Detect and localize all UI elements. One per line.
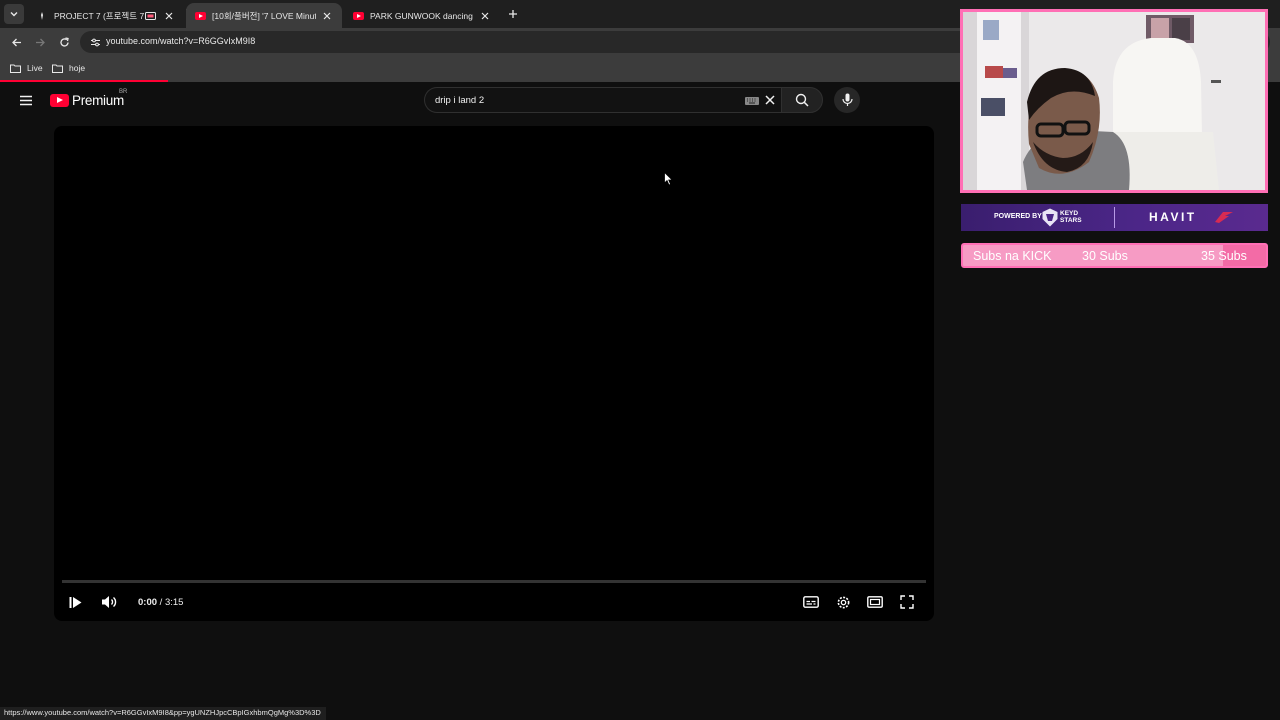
new-tab-button[interactable]: [504, 5, 522, 23]
time-display: 0:00 / 3:15: [138, 597, 183, 608]
kick-icon: [36, 10, 48, 22]
clear-search-button[interactable]: [763, 93, 777, 107]
play-button[interactable]: [63, 590, 87, 614]
close-icon: [481, 12, 489, 19]
browser-tab-park-gunwook[interactable]: PARK GUNWOOK dancing MO: [344, 3, 500, 28]
search-icon: [795, 93, 809, 107]
havit-brand: HAVIT: [1149, 210, 1197, 224]
team-name: KEYD STARS: [1060, 210, 1082, 224]
arrow-left-icon: [11, 38, 21, 46]
media-playing-icon: [144, 10, 156, 22]
microphone-icon: [841, 93, 853, 106]
tune-icon: [90, 38, 100, 46]
bookmark-label: Live: [27, 63, 43, 73]
youtube-play-icon: [50, 93, 69, 107]
reload-button[interactable]: [56, 34, 72, 50]
gear-icon: [837, 596, 849, 608]
powered-by-label: POWERED BY: [994, 213, 1042, 220]
fullscreen-button[interactable]: [895, 590, 919, 614]
search-input[interactable]: drip i land 2: [424, 87, 781, 113]
time-duration: 3:15: [164, 597, 184, 608]
logo-country-code: BR: [119, 89, 128, 95]
search-query-text: drip i land 2: [435, 95, 485, 106]
tab-label: PROJECT 7 (프로젝트 7) (Ep: [54, 10, 144, 21]
video-player[interactable]: 0:00 / 3:15: [54, 126, 934, 621]
youtube-header: Premium BR drip i land 2: [0, 82, 960, 118]
settings-button[interactable]: [831, 590, 855, 614]
time-separator: /: [157, 597, 165, 608]
chevron-down-icon: [10, 12, 18, 17]
play-pause-icon: [69, 596, 81, 608]
theater-mode-icon: [867, 596, 883, 608]
close-icon: [165, 12, 173, 19]
guide-menu-button[interactable]: [16, 90, 36, 110]
subs-goal-label: Subs na KICK: [973, 249, 1052, 263]
subs-current: 30 Subs: [1082, 249, 1128, 263]
video-progress-bar[interactable]: [62, 580, 926, 583]
subtitles-button[interactable]: [799, 590, 823, 614]
fullscreen-icon: [900, 595, 914, 609]
youtube-premium-logo[interactable]: Premium: [50, 92, 124, 108]
folder-icon: [10, 64, 21, 73]
youtube-icon: [194, 10, 206, 22]
link-status-bubble: https://www.youtube.com/watch?v=R6GGvIxM…: [0, 707, 326, 720]
hamburger-menu-icon: [20, 95, 32, 105]
folder-icon: [52, 64, 63, 73]
webcam-feed-image: [963, 12, 1265, 190]
close-icon: [323, 12, 331, 19]
theater-mode-button[interactable]: [863, 590, 887, 614]
site-info-button[interactable]: [88, 35, 102, 49]
tab-close-button[interactable]: [478, 9, 492, 23]
bookmark-live[interactable]: Live: [10, 60, 43, 76]
mouse-cursor-icon: [664, 172, 674, 186]
voice-search-button[interactable]: [834, 87, 860, 113]
tab-close-button[interactable]: [162, 9, 176, 23]
sponsor-divider: [1114, 207, 1115, 228]
forward-button[interactable]: [32, 34, 48, 50]
bookmark-label: hoje: [69, 63, 86, 73]
url-text: youtube.com/watch?v=R6GGvIxM9I8: [106, 36, 256, 46]
tab-close-button[interactable]: [320, 9, 334, 23]
havit-logo-icon: [1215, 212, 1233, 223]
keyd-stars-logo: [1042, 208, 1058, 227]
youtube-icon: [352, 10, 364, 22]
logo-text: Premium: [72, 92, 124, 108]
search-button[interactable]: [781, 87, 823, 113]
volume-icon: [102, 596, 117, 608]
arrow-right-icon: [35, 38, 45, 46]
sponsor-banner: POWERED BY KEYD STARS HAVIT: [961, 204, 1268, 231]
mute-button[interactable]: [97, 590, 121, 614]
tab-label: PARK GUNWOOK dancing MO: [370, 10, 474, 21]
back-button[interactable]: [8, 34, 24, 50]
close-icon: [765, 95, 775, 105]
keyboard-icon[interactable]: [745, 97, 759, 105]
browser-tab-project7[interactable]: PROJECT 7 (프로젝트 7) (Ep: [28, 3, 184, 28]
plus-icon: [509, 10, 517, 18]
bookmark-hoje[interactable]: hoje: [52, 60, 85, 76]
tab-label: [10회/풀버전] '7 LOVE Minutes: [212, 10, 316, 21]
subtitles-icon: [803, 596, 819, 608]
reload-icon: [59, 36, 69, 47]
time-current: 0:00: [138, 597, 158, 608]
tab-search-button[interactable]: [4, 4, 24, 24]
subs-goal-target: 35 Subs: [1201, 249, 1247, 263]
browser-tab-7-love-minutes[interactable]: [10회/풀버전] '7 LOVE Minutes: [186, 3, 342, 28]
webcam-overlay: [960, 9, 1268, 193]
subs-goal-bar: Subs na KICK 30 Subs 35 Subs: [961, 243, 1268, 268]
